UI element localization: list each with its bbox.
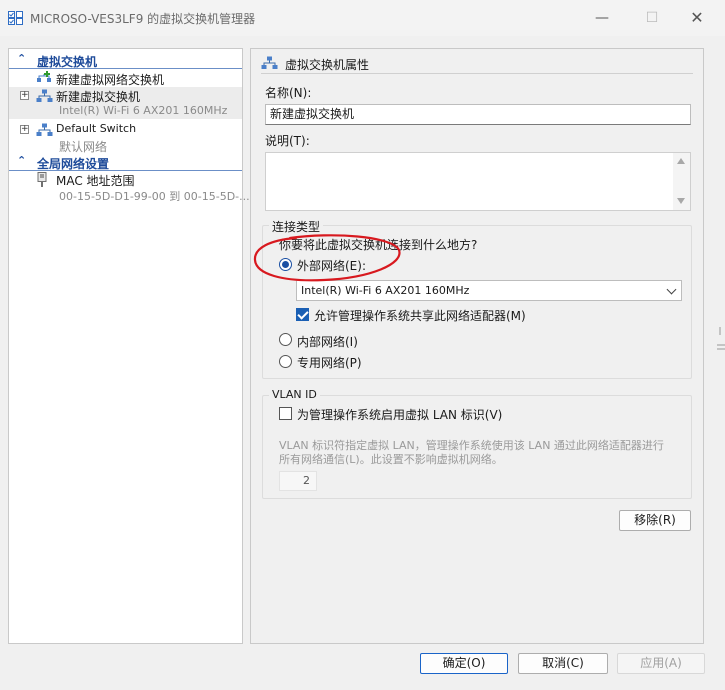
switch-manager-icon: [8, 11, 23, 25]
internal-network-label[interactable]: 内部网络(I): [297, 333, 358, 350]
vlan-id-spinner[interactable]: 2: [279, 471, 317, 491]
name-label: 名称(N):: [265, 86, 312, 100]
network-switch-icon: [36, 123, 53, 136]
internal-network-radio[interactable]: [279, 333, 292, 346]
properties-panel: 虚拟交换机属性 名称(N): 新建虚拟交换机 说明(T): 连接类型 你要将此虚…: [250, 48, 704, 644]
private-network-label[interactable]: 专用网络(P): [297, 354, 362, 371]
ok-button[interactable]: 确定(O): [420, 653, 508, 674]
section-virtual-switches[interactable]: ⌃ 虚拟交换机: [9, 51, 242, 69]
allow-share-label[interactable]: 允许管理操作系统共享此网络适配器(M): [314, 307, 526, 324]
panel-header: 虚拟交换机属性: [261, 54, 693, 72]
switch-name-input[interactable]: 新建虚拟交换机: [265, 104, 691, 125]
window-title: MICROSO-VES3LF9 的虚拟交换机管理器: [30, 12, 256, 26]
apply-button[interactable]: 应用(A): [617, 653, 705, 674]
annotation-circle: [253, 234, 401, 282]
expand-icon[interactable]: +: [20, 125, 29, 134]
tree-item-sublabel: Intel(R) Wi-Fi 6 AX201 160MHz: [59, 104, 228, 117]
maximize-button[interactable]: ☐: [640, 8, 664, 28]
cancel-button[interactable]: 取消(C): [518, 653, 608, 674]
tree-item-default-switch[interactable]: + Default Switch 默认网络: [9, 121, 242, 154]
new-switch-icon: [37, 71, 51, 82]
minimize-button[interactable]: —: [590, 8, 614, 28]
vlan-enable-checkbox[interactable]: [279, 407, 292, 420]
connection-type-legend: 连接类型: [269, 218, 324, 235]
notes-label: 说明(T):: [265, 134, 310, 148]
scroll-up-arrow-icon[interactable]: [677, 158, 685, 164]
tree-item-mac-range[interactable]: MAC 地址范围 00-15-5D-D1-99-00 到 00-15-5D-..…: [9, 171, 250, 203]
collapse-chevron-icon[interactable]: ⌃: [17, 52, 26, 65]
tree-item-label: Default Switch: [56, 122, 137, 135]
notes-textarea[interactable]: [265, 152, 691, 211]
tree-item-new-switch[interactable]: 新建虚拟网络交换机: [9, 69, 242, 87]
navigation-tree: ⌃ 虚拟交换机 新建虚拟网络交换机 + 新建虚拟交换机 Intel(R) Wi-…: [8, 48, 250, 644]
remove-button[interactable]: 移除(R): [619, 510, 691, 531]
section-label: 全局网络设置: [37, 157, 110, 171]
network-switch-icon: [261, 56, 278, 69]
tree-item-label: 新建虚拟网络交换机: [56, 73, 165, 87]
section-label: 虚拟交换机: [37, 55, 98, 69]
vlan-legend: VLAN ID: [269, 388, 320, 401]
close-button[interactable]: ✕: [685, 8, 709, 28]
chevron-down-icon: [666, 284, 677, 295]
tree-item-label: MAC 地址范围: [56, 174, 135, 188]
tree-item-label: 新建虚拟交换机: [56, 90, 141, 104]
title-bar: MICROSO-VES3LF9 的虚拟交换机管理器 — ☐ ✕: [0, 0, 725, 36]
private-network-radio[interactable]: [279, 355, 292, 368]
tree-item-selected-switch[interactable]: + 新建虚拟交换机 Intel(R) Wi-Fi 6 AX201 160MHz: [9, 87, 242, 119]
network-adapter-select[interactable]: Intel(R) Wi-Fi 6 AX201 160MHz: [296, 280, 682, 301]
network-plug-icon: [37, 172, 47, 187]
panel-divider: [261, 73, 693, 74]
expand-icon[interactable]: +: [20, 91, 29, 100]
vlan-description-line2: 所有网络通信(L)。此设置不影响虚拟机网络。: [279, 453, 503, 466]
scroll-down-arrow-icon[interactable]: [677, 198, 685, 204]
panel-title: 虚拟交换机属性: [285, 58, 370, 72]
collapse-chevron-icon[interactable]: ⌃: [17, 154, 26, 167]
vlan-enable-label[interactable]: 为管理操作系统启用虚拟 LAN 标识(V): [297, 406, 502, 423]
adapter-selected-value: Intel(R) Wi-Fi 6 AX201 160MHz: [301, 284, 470, 297]
notes-scrollbar[interactable]: [673, 153, 690, 210]
tree-item-sublabel: 00-15-5D-D1-99-00 到 00-15-5D-...: [59, 190, 250, 203]
allow-share-checkbox[interactable]: [296, 308, 309, 321]
section-global-network[interactable]: ⌃ 全局网络设置: [9, 153, 242, 171]
network-switch-icon: [36, 89, 53, 102]
background-window-edge: [717, 327, 725, 350]
